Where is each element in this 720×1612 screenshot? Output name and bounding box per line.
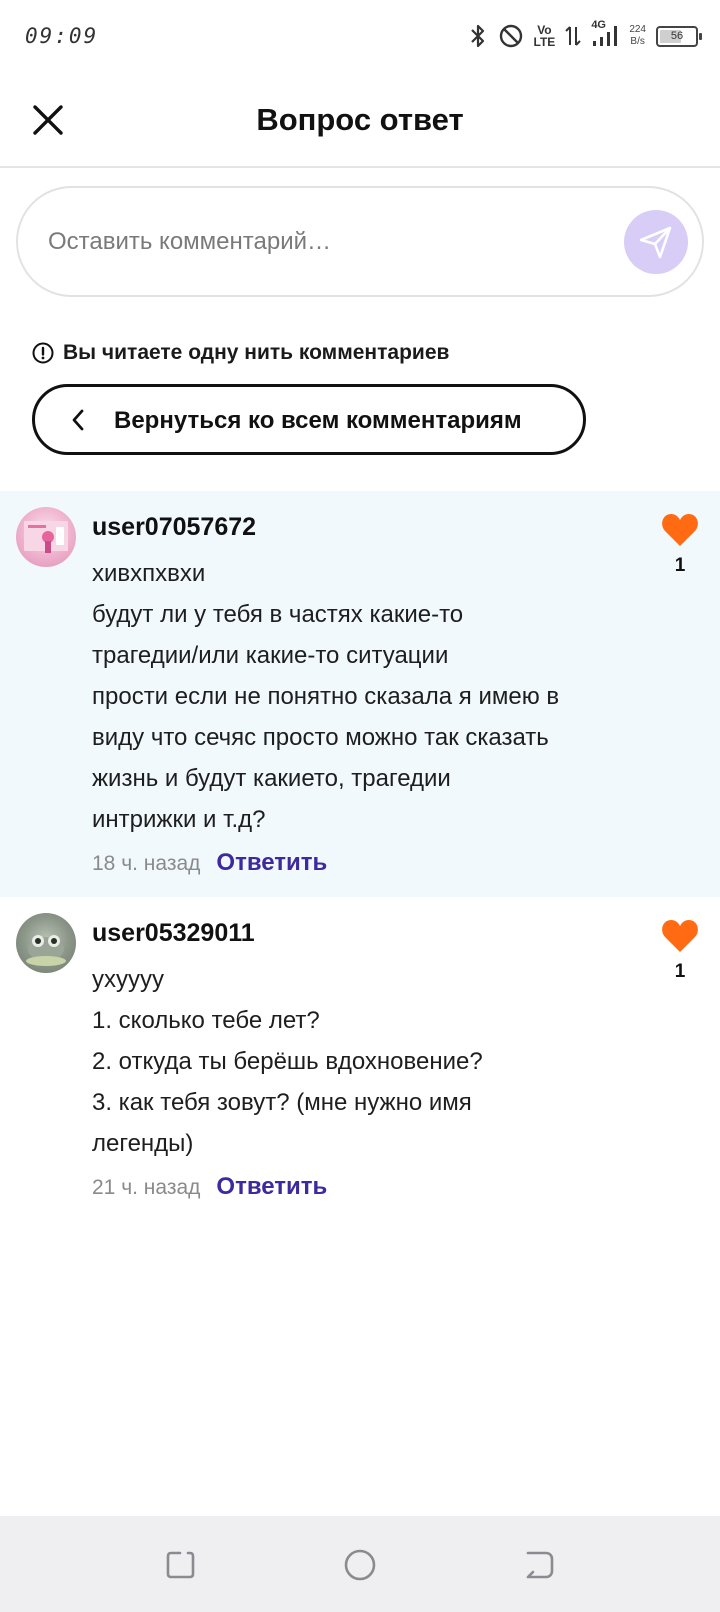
comment-line: будут ли у тебя в частях какие-то <box>92 601 464 628</box>
volte-bottom: LTE <box>533 35 556 49</box>
comment-box <box>16 186 704 297</box>
comment-timestamp: 21 ч. назад <box>92 1176 201 1199</box>
net-speed-unit: B/s <box>630 36 645 47</box>
comment-line: интрижки и т.д? <box>92 806 266 833</box>
avatar[interactable] <box>16 913 76 973</box>
comment-line: 2. откуда ты берёшь вдохновение? <box>92 1048 483 1075</box>
comment-input[interactable] <box>48 218 588 266</box>
info-icon <box>32 342 54 364</box>
bluetooth-icon <box>468 23 488 49</box>
home-button[interactable] <box>342 1547 378 1583</box>
send-icon <box>639 226 672 259</box>
recents-icon <box>166 1551 195 1579</box>
recents-button[interactable] <box>162 1547 198 1583</box>
signal-icon: 4G <box>591 19 619 49</box>
comment-username[interactable]: user05329011 <box>92 919 255 948</box>
reply-button[interactable]: Ответить <box>216 1173 327 1201</box>
data-transfer-icon <box>565 23 582 49</box>
send-button[interactable] <box>624 210 688 274</box>
chevron-left-icon <box>65 407 91 433</box>
avatar[interactable] <box>16 507 76 567</box>
comment-item: user05329011 ухуууу 1. сколько тебе лет?… <box>0 897 720 1227</box>
battery-icon: 56 <box>656 25 702 47</box>
page-title: Вопрос ответ <box>256 102 464 137</box>
comment-line: хивхпхвхи <box>92 560 206 587</box>
comment-line: ухуууу <box>92 966 164 993</box>
net-speed: 224 B/s <box>629 24 646 48</box>
comment-line: 1. сколько тебе лет? <box>92 1007 320 1034</box>
navigation-bar <box>0 1516 720 1612</box>
heart-icon <box>662 920 698 952</box>
comment-line: 3. как тебя зовут? (мне нужно имя <box>92 1089 472 1116</box>
heart-icon <box>662 514 698 546</box>
like-count: 1 <box>674 961 686 982</box>
status-bar: 09:09 Vo LTE 4G 224 B/s 56 <box>0 0 720 72</box>
comment-line: трагедии/или какие-то ситуации <box>92 642 449 669</box>
comment-line: виду что сечяс просто можно так сказать <box>92 724 549 751</box>
reply-button[interactable]: Ответить <box>216 849 327 877</box>
volte-icon: Vo LTE <box>534 24 556 48</box>
home-icon <box>344 1549 376 1581</box>
comment-text: хивхпхвхи будут ли у тебя в частях какие… <box>92 553 622 840</box>
status-time: 09:09 <box>25 24 99 48</box>
header: Вопрос ответ <box>0 72 720 168</box>
comment-meta: 18 ч. назад Ответить <box>92 849 327 877</box>
status-icons: Vo LTE 4G 224 B/s 56 <box>468 19 702 52</box>
like-count: 1 <box>674 555 686 576</box>
comment-text: ухуууу 1. сколько тебе лет? 2. откуда ты… <box>92 959 622 1164</box>
net-speed-value: 224 <box>629 24 646 35</box>
comment-username[interactable]: user07057672 <box>92 513 256 542</box>
comment-timestamp: 18 ч. назад <box>92 852 201 875</box>
back-nav-button[interactable] <box>522 1547 558 1583</box>
thread-notice: Вы читаете одну нить комментариев <box>32 341 449 365</box>
battery-level: 56 <box>670 30 684 42</box>
thread-notice-text: Вы читаете одну нить комментариев <box>63 341 450 364</box>
comment-item: user07057672 хивхпхвхи будут ли у тебя в… <box>0 491 720 897</box>
network-type: 4G <box>591 19 606 31</box>
comment-line: прости если не понятно сказала я имею в <box>92 683 560 710</box>
back-button-label: Вернуться ко всем комментариям <box>114 407 522 434</box>
like-button[interactable]: 1 <box>660 513 700 577</box>
back-icon <box>526 1551 554 1579</box>
comment-line: жизнь и будут какието, трагедии <box>92 765 451 792</box>
comment-meta: 21 ч. назад Ответить <box>92 1173 327 1201</box>
do-not-disturb-icon <box>498 23 524 49</box>
comment-line: легенды) <box>92 1130 194 1157</box>
like-button[interactable]: 1 <box>660 919 700 983</box>
back-to-all-comments-button[interactable]: Вернуться ко всем комментариям <box>32 384 586 455</box>
